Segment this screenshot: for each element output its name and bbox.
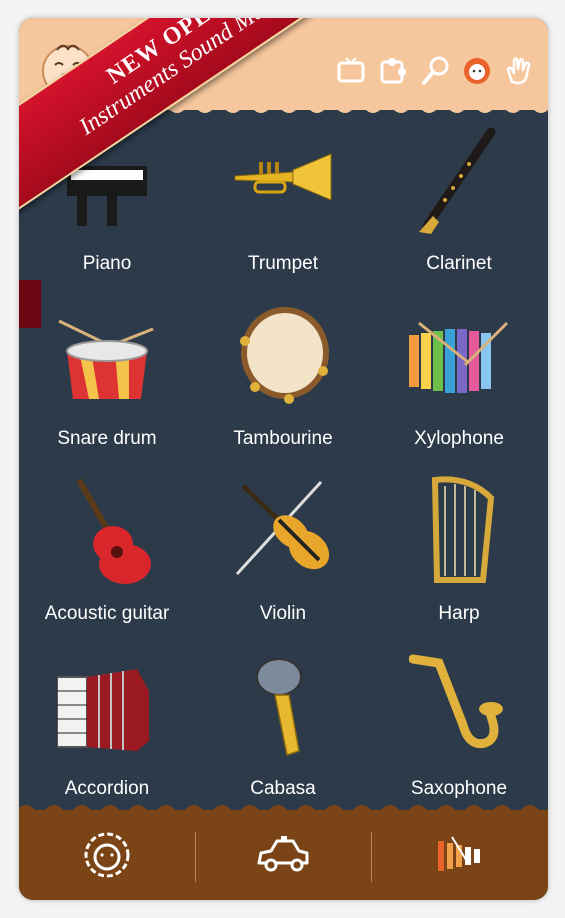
snare-drum-icon <box>58 319 154 399</box>
instrument-tile-harp[interactable]: Harp <box>371 468 547 643</box>
lion-nav-button[interactable] <box>19 810 195 900</box>
app-screen: D Piano Trumpet Clarinet Snare drum Tamb… <box>19 18 548 900</box>
instrument-tile-clarinet[interactable]: Clarinet <box>371 118 547 293</box>
header-wave-edge <box>19 104 548 113</box>
xylophone-icon <box>409 321 509 393</box>
harp-icon <box>431 476 495 583</box>
baby-logo-icon <box>42 44 94 97</box>
acoustic-guitar-icon <box>76 478 151 584</box>
instrument-tile-snare-drum[interactable]: Snare drum <box>19 293 195 468</box>
trumpet-icon <box>234 153 332 201</box>
instrument-tile-xylophone[interactable]: Xylophone <box>371 293 547 468</box>
car-nav-button[interactable] <box>195 810 371 900</box>
instrument-label: Tambourine <box>233 428 333 449</box>
piano-icon <box>67 166 147 226</box>
instrument-tile-piano[interactable]: Piano <box>19 118 195 293</box>
instrument-tile-violin[interactable]: Violin <box>195 468 371 643</box>
clarinet-icon <box>419 127 496 234</box>
instrument-tile-accordion[interactable]: Accordion <box>19 643 195 818</box>
accordion-icon <box>57 669 149 751</box>
instrument-label: Clarinet <box>426 253 492 274</box>
instrument-label: Violin <box>259 603 307 624</box>
instrument-label: Harp <box>438 603 480 624</box>
bottom-nav-bar <box>19 810 548 900</box>
xylophone-nav-icon <box>438 836 480 871</box>
instrument-tile-acoustic-guitar[interactable]: Acoustic guitar <box>19 468 195 643</box>
saxophone-icon <box>409 654 503 749</box>
instrument-tile-trumpet[interactable]: Trumpet <box>195 118 371 293</box>
tambourine-icon <box>240 307 329 404</box>
instrument-tile-cabasa[interactable]: Cabasa <box>195 643 371 818</box>
header-icon-bar <box>336 56 534 86</box>
instrument-label: Piano <box>82 253 132 274</box>
car-nav-icon <box>257 836 309 872</box>
instrument-label: Saxophone <box>410 778 508 799</box>
instrument-label: Snare drum <box>57 428 157 449</box>
violin-icon <box>235 480 330 576</box>
instrument-label: Cabasa <box>250 778 316 799</box>
lion-icon[interactable] <box>462 56 492 86</box>
instrument-label: Acoustic guitar <box>44 603 170 624</box>
instrument-tile-saxophone[interactable]: Saxophone <box>371 643 547 818</box>
cabasa-icon <box>256 658 302 756</box>
lion-nav-icon <box>84 832 130 878</box>
tv-icon[interactable] <box>336 56 366 86</box>
hand-icon[interactable] <box>504 56 534 86</box>
instrument-label: Trumpet <box>247 253 319 274</box>
instrument-label: Accordion <box>64 778 150 799</box>
instrument-tile-tambourine[interactable]: Tambourine <box>195 293 371 468</box>
app-header: D <box>19 18 548 110</box>
app-title-initial: D <box>109 38 125 63</box>
xylophone-nav-button[interactable] <box>371 810 547 900</box>
instrument-grid: Piano Trumpet Clarinet Snare drum Tambou… <box>19 118 548 808</box>
rattle-icon[interactable] <box>420 56 450 86</box>
puzzle-icon[interactable] <box>378 56 408 86</box>
instrument-label: Xylophone <box>414 428 504 449</box>
